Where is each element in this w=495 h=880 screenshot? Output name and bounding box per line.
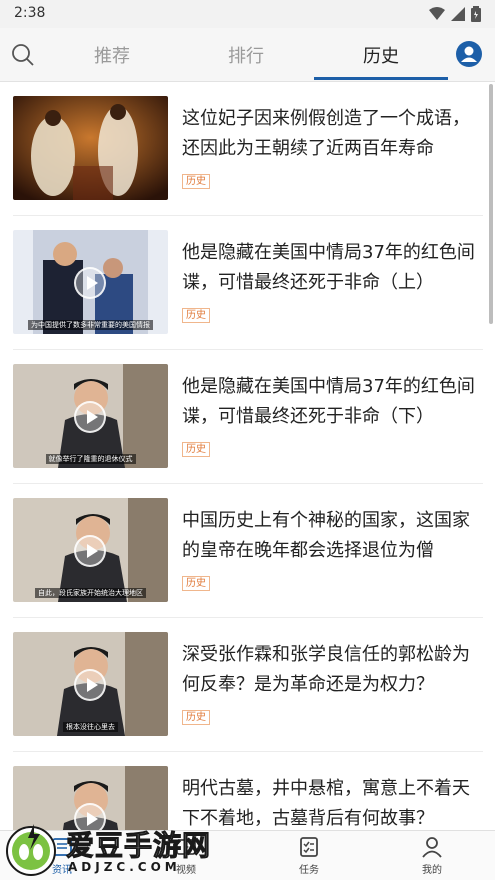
article-item[interactable]: 这位妃子因来例假创造了一个成语，还因此为王朝续了近两百年寿命 历史 xyxy=(13,82,483,216)
article-thumbnail: 就像举行了隆重的退休仪式 xyxy=(13,364,168,468)
article-thumbnail: 为中国提供了数多非常重要的美国情报 xyxy=(13,230,168,334)
play-icon[interactable] xyxy=(74,535,106,567)
bottom-tab-label: 任务 xyxy=(299,865,319,876)
scrollbar[interactable] xyxy=(489,84,493,324)
article-item[interactable]: 为中国提供了数多非常重要的美国情报 他是隐藏在美国中情局37年的红色间谍，可惜最… xyxy=(13,216,483,350)
video-caption: 根本没往心里去 xyxy=(13,722,168,732)
video-caption: 就像举行了隆重的退休仪式 xyxy=(13,454,168,464)
tab-ranking[interactable]: 排行 xyxy=(206,42,286,68)
watermark-logo-icon xyxy=(6,824,56,876)
search-icon[interactable] xyxy=(10,42,36,68)
article-title[interactable]: 中国历史上有个神秘的国家，这国家的皇帝在晚年都会选择退位为僧 xyxy=(182,506,480,566)
article-item[interactable]: 就像举行了隆重的退休仪式 他是隐藏在美国中情局37年的红色间谍，可惜最终还死于非… xyxy=(13,350,483,484)
article-tag: 历史 xyxy=(182,442,210,457)
play-icon[interactable] xyxy=(74,669,106,701)
wifi-icon xyxy=(429,7,445,20)
battery-icon xyxy=(471,6,481,22)
watermark-title: 爱豆手游网 xyxy=(65,829,212,863)
top-navigation: 推荐 排行 历史 xyxy=(0,28,495,82)
article-tag: 历史 xyxy=(182,174,210,189)
article-thumbnail xyxy=(13,96,168,200)
watermark-url: ADJZC.COM xyxy=(68,860,181,874)
article-thumbnail: 根本没往心里去 xyxy=(13,632,168,736)
bottom-tab-profile[interactable]: 我的 xyxy=(402,835,462,876)
article-tag: 历史 xyxy=(182,576,210,591)
bottom-tab-task[interactable]: 任务 xyxy=(279,835,339,876)
article-tag: 历史 xyxy=(182,710,210,725)
video-caption: 自此，段氏家族开始统治大理地区 xyxy=(13,588,168,598)
tab-history[interactable]: 历史 xyxy=(341,42,421,68)
video-caption: 为中国提供了数多非常重要的美国情报 xyxy=(13,320,168,330)
watermark: 爱豆手游网 ADJZC.COM xyxy=(4,818,254,880)
article-title[interactable]: 这位妃子因来例假创造了一个成语，还因此为王朝续了近两百年寿命 xyxy=(182,104,480,164)
user-icon[interactable] xyxy=(455,40,483,68)
bottom-tab-label: 我的 xyxy=(422,865,442,876)
article-tag: 历史 xyxy=(182,308,210,323)
signal-icon xyxy=(451,7,465,21)
status-time: 2:38 xyxy=(14,5,46,21)
status-icons xyxy=(429,6,481,22)
article-feed[interactable]: 这位妃子因来例假创造了一个成语，还因此为王朝续了近两百年寿命 历史 为中国提供了… xyxy=(0,82,495,830)
status-bar: 2:38 xyxy=(0,0,495,28)
task-icon xyxy=(300,837,318,857)
play-icon[interactable] xyxy=(74,401,106,433)
article-title[interactable]: 他是隐藏在美国中情局37年的红色间谍，可惜最终还死于非命（上） xyxy=(182,238,480,298)
active-tab-indicator xyxy=(314,77,448,80)
tab-recommend[interactable]: 推荐 xyxy=(72,42,152,68)
article-thumbnail: 自此，段氏家族开始统治大理地区 xyxy=(13,498,168,602)
play-icon[interactable] xyxy=(74,267,106,299)
article-title[interactable]: 他是隐藏在美国中情局37年的红色间谍，可惜最终还死于非命（下） xyxy=(182,372,480,432)
article-item[interactable]: 根本没往心里去 深受张作霖和张学良信任的郭松龄为何反奉？是为革命还是为权力？ 历… xyxy=(13,618,483,752)
article-title[interactable]: 深受张作霖和张学良信任的郭松龄为何反奉？是为革命还是为权力？ xyxy=(182,640,480,700)
article-item[interactable]: 自此，段氏家族开始统治大理地区 中国历史上有个神秘的国家，这国家的皇帝在晚年都会… xyxy=(13,484,483,618)
profile-icon xyxy=(422,837,442,858)
